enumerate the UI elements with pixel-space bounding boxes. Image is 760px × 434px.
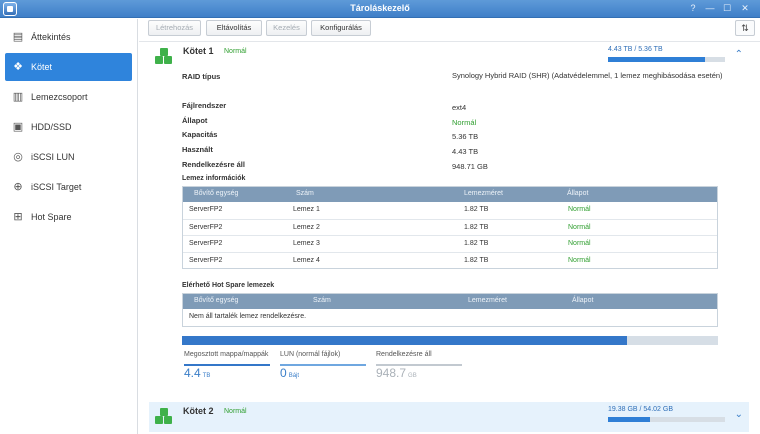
lun-icon: ◎ [13, 151, 23, 163]
table-header: Bővítő egység Szám Lemezméret Állapot [183, 294, 717, 309]
volume-status: Normál [224, 407, 247, 415]
legend-label: Megosztott mappa/mappák [184, 351, 269, 358]
legend-label: LUN (normál fájlok) [280, 351, 341, 358]
property-row: Fájlrendszer ext4 [182, 100, 467, 112]
volume-usage-bar [608, 57, 725, 62]
toolbar: Létrehozás Eltávolítás Kezelés Konfigurá… [139, 19, 760, 41]
sidebar-item-hdd-ssd[interactable]: ▣ HDD/SSD [5, 113, 132, 141]
sidebar-item-volume[interactable]: ❖ Kötet [5, 53, 132, 81]
legend-value: 0 [280, 366, 287, 380]
property-row: Kapacitás 5.36 TB [182, 130, 479, 142]
sidebar-item-label: HDD/SSD [31, 122, 72, 132]
volume-status: Normál [224, 47, 247, 55]
hot-spare-title: Elérhető Hot Spare lemezek [182, 282, 275, 289]
close-icon[interactable]: ✕ [738, 3, 752, 14]
table-row[interactable]: ServerFP2 Lemez 2 1.82 TB Normál [183, 218, 717, 236]
target-icon: ⊕ [13, 181, 23, 193]
volume-name: Kötet 2 [183, 406, 214, 416]
hdd-icon: ▣ [12, 121, 24, 133]
sort-icon[interactable]: ⇅ [735, 20, 755, 36]
legend-lun: LUN (normál fájlok) 0 Bájt [280, 349, 366, 380]
overview-icon: ▤ [12, 31, 24, 43]
hot-spare-table: Bővítő egység Szám Lemezméret Állapot Ne… [182, 293, 718, 327]
legend-available: Rendelkezésre áll 948.7 GB [376, 349, 462, 380]
configure-button[interactable]: Konfigurálás [311, 20, 371, 36]
sidebar-item-iscsi-lun[interactable]: ◎ iSCSI LUN [5, 143, 132, 171]
volume-1-header[interactable]: Kötet 1 Normál 4.43 TB / 5.36 TB ⌃ [149, 42, 749, 72]
hot-spare-icon: ⊞ [13, 211, 23, 223]
volume-list: Kötet 1 Normál 4.43 TB / 5.36 TB ⌃ RAID … [139, 41, 760, 434]
sidebar-item-overview[interactable]: ▤ Áttekintés [5, 23, 132, 51]
sidebar-item-iscsi-target[interactable]: ⊕ iSCSI Target [5, 173, 132, 201]
window-title: Tároláskezelő [350, 3, 410, 13]
disk-info-title: Lemez információk [182, 175, 246, 182]
allocation-bar [182, 336, 718, 345]
property-row: Használt 4.43 TB [182, 145, 479, 157]
volume-usage-fill [608, 417, 651, 422]
property-row: Állapot Normál [182, 115, 477, 127]
table-row[interactable]: ServerFP2 Lemez 4 1.82 TB Normál [183, 251, 717, 269]
title-bar: Tároláskezelő ? — ☐ ✕ [0, 0, 760, 18]
legend-shared-folders: Megosztott mappa/mappák 4.4 TB [184, 351, 270, 380]
sidebar-item-label: Hot Spare [31, 212, 72, 222]
remove-button[interactable]: Eltávolítás [206, 20, 262, 36]
sidebar-item-label: Kötet [31, 62, 53, 72]
chevron-up-icon[interactable]: ⌃ [735, 49, 743, 60]
table-header: Bővítő egység Szám Lemezméret Állapot [183, 187, 717, 202]
volume-cubes-icon [155, 408, 173, 425]
volume-usage-bar [608, 417, 725, 422]
sidebar-item-hot-spare[interactable]: ⊞ Hot Spare [5, 203, 132, 231]
legend-value: 4.4 [184, 366, 201, 380]
disk-info-table: Bővítő egység Szám Lemezméret Állapot Se… [182, 186, 718, 269]
volume-cubes-icon [155, 48, 173, 65]
property-row: Rendelkezésre áll 948.71 GB [182, 159, 488, 171]
sidebar-item-label: Lemezcsoport [31, 92, 88, 102]
allocation-fill [182, 336, 627, 345]
chevron-down-icon[interactable]: ⌄ [735, 409, 743, 420]
table-row[interactable]: ServerFP2 Lemez 1 1.82 TB Normál [183, 202, 717, 219]
volume-2-header[interactable]: Kötet 2 Normál 19.38 GB / 54.02 GB ⌄ [149, 402, 749, 432]
sidebar-item-label: Áttekintés [31, 32, 71, 42]
property-row: RAID típus Synology Hybrid RAID (SHR) (Ad… [182, 71, 723, 81]
volume-usage-text: 19.38 GB / 54.02 GB [608, 406, 673, 413]
create-button[interactable]: Létrehozás [148, 20, 201, 36]
sidebar-item-label: iSCSI Target [31, 182, 82, 192]
volume-name: Kötet 1 [183, 46, 214, 56]
volume-usage-fill [608, 57, 706, 62]
volume-properties: RAID típus Synology Hybrid RAID (SHR) (Ad… [182, 71, 723, 175]
volume-usage-text: 4.43 TB / 5.36 TB [608, 46, 663, 53]
maximize-icon[interactable]: ☐ [720, 3, 734, 14]
sidebar-item-label: iSCSI LUN [31, 152, 75, 162]
sidebar-item-disk-group[interactable]: ▥ Lemezcsoport [5, 83, 132, 111]
manage-button[interactable]: Kezelés [266, 20, 307, 36]
minimize-icon[interactable]: — [703, 3, 717, 13]
legend-value: 948.7 [376, 366, 407, 380]
help-icon[interactable]: ? [686, 3, 700, 13]
sidebar: ▤ Áttekintés ❖ Kötet ▥ Lemezcsoport ▣ HD… [0, 19, 138, 434]
volume-icon: ❖ [13, 61, 23, 73]
disk-group-icon: ▥ [12, 91, 24, 103]
legend-label: Rendelkezésre áll [376, 351, 432, 358]
table-row[interactable]: ServerFP2 Lemez 3 1.82 TB Normál [183, 235, 717, 252]
table-row-empty: Nem áll tartalék lemez rendelkezésre. [189, 313, 307, 320]
